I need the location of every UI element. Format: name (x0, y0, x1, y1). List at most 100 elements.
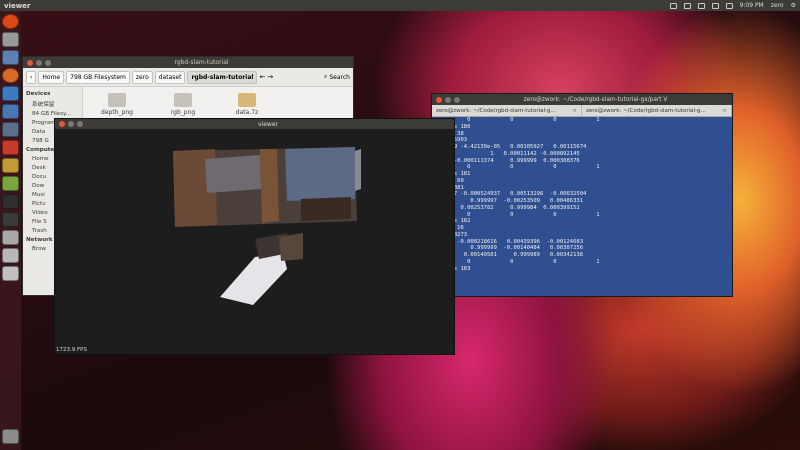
firefox-icon[interactable] (2, 68, 19, 83)
file-item-data-7z[interactable]: data.7z (225, 93, 269, 116)
system-tray: 9:09 PM zero ⚙ (669, 2, 796, 9)
software-center-icon[interactable] (2, 140, 19, 155)
file-item-rgb-png[interactable]: rgb_png (161, 93, 205, 116)
viewer-titlebar[interactable]: viewer (55, 119, 454, 129)
maximize-icon[interactable] (45, 59, 51, 66)
keyboard-icon[interactable] (683, 2, 691, 9)
point-cloud-floor (220, 253, 287, 305)
breadcrumb-dataset[interactable]: dataset (154, 70, 186, 84)
volume-icon[interactable] (725, 2, 733, 9)
close-icon[interactable]: × (722, 108, 727, 114)
viewer-title: viewer (258, 120, 278, 128)
point-cloud-desk (301, 197, 351, 221)
terminal-line: .99999 -0.000218616 0.00439396 -0.001246… (434, 238, 584, 245)
folder-icon (108, 93, 126, 107)
file-manager-title: rgbd-slam-tutorial (174, 59, 229, 66)
clock[interactable]: 9:09 PM (740, 2, 764, 9)
breadcrumb-zero[interactable]: zero (131, 70, 153, 84)
terminal-line: .999999 -4.42139e-05 0.00105927 0.001156… (434, 144, 587, 150)
close-icon[interactable] (27, 59, 33, 66)
active-window-title: viewer (4, 1, 31, 10)
sidebar-header-devices: Devices (26, 91, 51, 97)
terminal-line: 0 0 0 1 (434, 164, 600, 171)
launcher (0, 11, 21, 450)
terminal-output[interactable]: 0 0 0 1 g files 180 tches: 38 0.00255903… (432, 117, 732, 272)
terminal-title: zero@zwork: ~/Code/rgbd-slam-tutorial-gx… (523, 96, 668, 103)
point-cloud-pillar (260, 149, 279, 223)
impress-icon[interactable] (2, 104, 19, 119)
terminal-line: 0 0 0 1 (434, 258, 600, 265)
dash-icon[interactable] (2, 14, 19, 29)
terminal-line: .999987 -0.000524937 0.00513296 -0.00632… (434, 191, 587, 198)
file-manager-titlebar[interactable]: rgbd-slam-tutorial (23, 57, 353, 68)
terminal-titlebar[interactable]: zero@zwork: ~/Code/rgbd-slam-tutorial-gx… (432, 94, 732, 105)
close-icon[interactable] (436, 96, 442, 103)
minimize-icon[interactable] (68, 121, 74, 127)
file-manager-toolbar: ‹ Home 798 GB Filesystem zero dataset rg… (23, 68, 353, 87)
terminal-line: 9e-05 1 0.00011142 -0.000892145 (434, 150, 580, 157)
search-icon: ⌕ (324, 73, 328, 80)
file-item-label: data.7z (235, 109, 259, 116)
terminal-icon[interactable] (2, 194, 19, 209)
file-manager-content: depth_png rgb_png data.7z (85, 89, 353, 117)
terminal-line: 13161 0.00253782 0.999984 0.000399152 (434, 204, 580, 211)
back-arrow-icon[interactable]: ‹ (26, 70, 37, 84)
breadcrumb-filesystem[interactable]: 798 GB Filesystem (66, 70, 130, 84)
files-icon[interactable] (2, 32, 19, 47)
point-cloud-edge (355, 149, 361, 191)
app-icon[interactable] (2, 176, 19, 191)
point-cloud-box (279, 233, 303, 261)
terminal-line: 0 0 0 1 (434, 117, 600, 123)
amazon-icon[interactable] (2, 158, 19, 173)
file-item-label: depth_png (101, 109, 133, 116)
minimize-icon[interactable] (445, 96, 451, 103)
network-icon[interactable] (669, 2, 677, 9)
user-menu[interactable]: zero (771, 2, 784, 9)
settings-icon[interactable] (2, 122, 19, 137)
top-panel: viewer 9:09 PM zero ⚙ (0, 0, 800, 11)
sidebar-item-device-2[interactable]: 84 GB Filesy... (32, 111, 79, 117)
terminal-tab-label: zero@zwork: ~/Code/rgbd-slam-tutorial-g.… (436, 107, 556, 114)
file-item-depth-png[interactable]: depth_png (95, 93, 139, 116)
gear-icon[interactable]: ⚙ (791, 2, 796, 9)
terminal-tab-2[interactable]: zero@zwork: ~/Code/rgbd-slam-tutorial-g.… (582, 105, 732, 116)
close-icon[interactable]: × (572, 108, 577, 114)
battery-icon[interactable] (711, 2, 719, 9)
sidebar-item-device-1[interactable]: 系统保留 (32, 100, 79, 108)
terminal-line: 05927 -0.000111374 0.999999 0.000308376 (434, 157, 580, 164)
terminal-tab-1[interactable]: zero@zwork: ~/Code/rgbd-slam-tutorial-g.… (432, 105, 582, 116)
maximize-icon[interactable] (454, 96, 460, 103)
mail-icon[interactable] (697, 2, 705, 9)
terminal-line: 224787 0.999999 -0.00140484 0.00307256 (434, 245, 584, 252)
viewer-icon[interactable] (2, 212, 19, 227)
terminal-tab-label: zero@zwork: ~/Code/rgbd-slam-tutorial-g.… (586, 107, 706, 114)
breadcrumb-home[interactable]: Home (38, 70, 65, 84)
maximize-icon[interactable] (77, 121, 83, 127)
drive-icon-3[interactable] (2, 266, 19, 281)
drive-icon-2[interactable] (2, 248, 19, 263)
trash-icon[interactable] (2, 429, 19, 444)
terminal-line: 537955 0.999997 -0.00253509 0.00486331 (434, 198, 584, 204)
point-cloud-shelf (205, 155, 261, 193)
text-editor-icon[interactable] (2, 50, 19, 65)
terminal-tabs: zero@zwork: ~/Code/rgbd-slam-tutorial-g.… (432, 105, 732, 117)
folder-icon (174, 93, 192, 107)
viewer-window: viewer 1723.9 FPS (54, 118, 455, 355)
terminal-line: 439365 0.00140501 0.999989 0.00342138 (434, 252, 584, 258)
search-label: Search (329, 73, 350, 81)
breadcrumb-rgbd-slam-tutorial[interactable]: rgbd-slam-tutorial (187, 70, 258, 84)
fps-counter: 1723.9 FPS (56, 347, 87, 353)
terminal-window: zero@zwork: ~/Code/rgbd-slam-tutorial-gx… (431, 93, 733, 297)
file-item-label: rgb_png (170, 109, 196, 116)
point-cloud-render[interactable] (55, 129, 454, 354)
point-cloud-window-area (285, 147, 355, 201)
search-button[interactable]: ⌕ Search (324, 73, 350, 81)
archive-icon (238, 93, 256, 107)
writer-icon[interactable] (2, 86, 19, 101)
nav-forward-icon[interactable]: → (267, 73, 273, 81)
close-icon[interactable] (59, 121, 65, 127)
drive-icon[interactable] (2, 230, 19, 245)
minimize-icon[interactable] (36, 59, 42, 66)
terminal-line: 0 0 0 1 (434, 211, 600, 218)
nav-back-icon[interactable]: ← (259, 73, 265, 81)
